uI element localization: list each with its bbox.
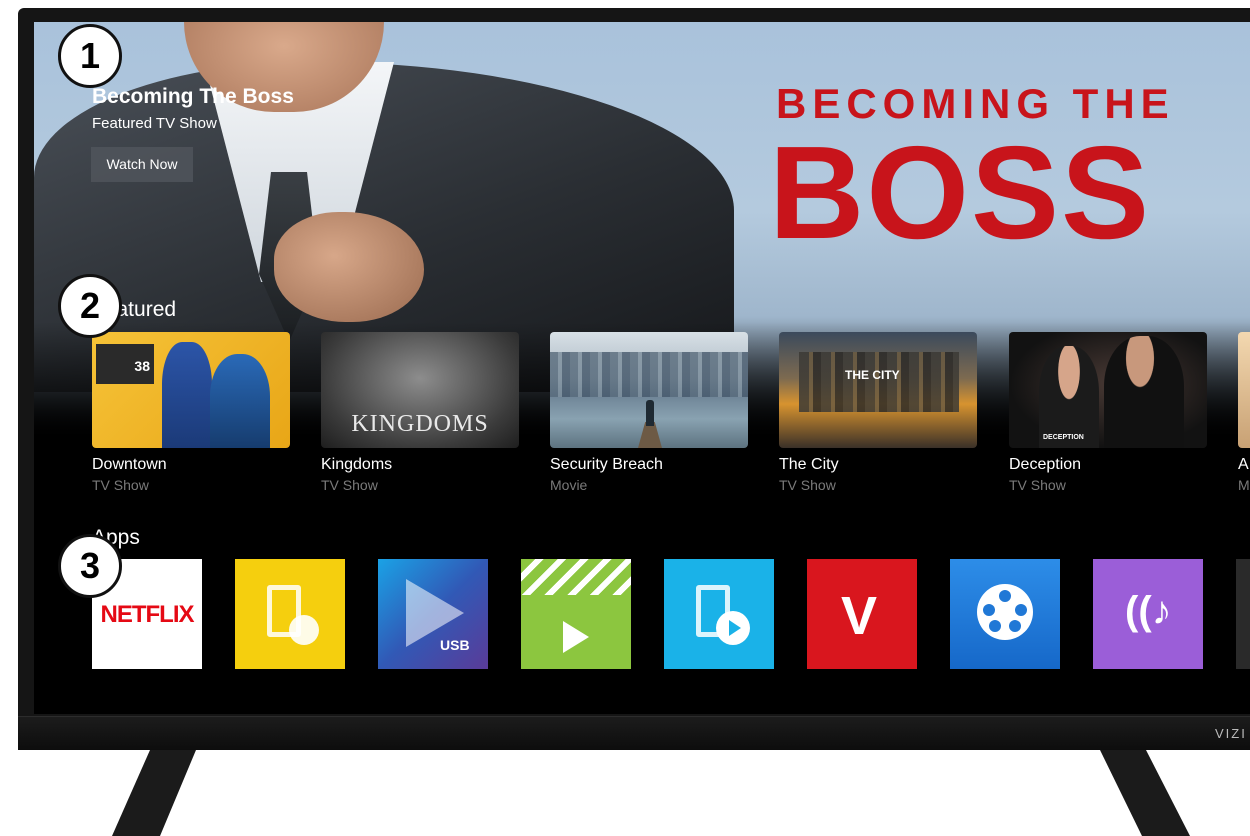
tv-leg-right (1100, 750, 1190, 836)
tv-stand (112, 750, 1190, 836)
tv-leg-left (112, 750, 196, 836)
tv-photo: BECOMING THE BOSS Becoming The Boss Feat… (0, 0, 1250, 836)
